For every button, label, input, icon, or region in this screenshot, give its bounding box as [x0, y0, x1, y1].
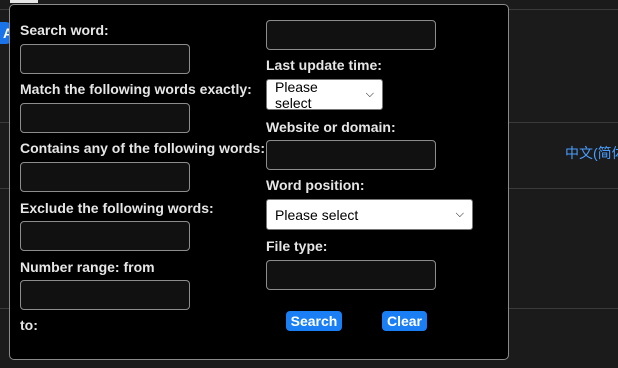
word-position-select-value: Please select [275, 206, 359, 223]
match-exact-input[interactable] [20, 103, 190, 133]
contains-any-label: Contains any of the following words: [20, 140, 265, 156]
last-update-label: Last update time: [266, 57, 382, 73]
word-position-select[interactable]: Please select ⌵ [266, 199, 473, 230]
file-type-label: File type: [266, 238, 328, 254]
advanced-search-popup: Search word: Match the following words e… [9, 4, 509, 360]
website-label: Website or domain: [266, 119, 396, 135]
clear-button[interactable]: Clear [382, 311, 427, 331]
contains-any-input[interactable] [20, 162, 190, 192]
search-word-input[interactable] [20, 44, 190, 74]
chevron-down-icon: ⌵ [365, 88, 374, 100]
last-update-select-value: Please select [275, 78, 318, 111]
search-word-label: Search word: [20, 22, 109, 38]
exclude-label: Exclude the following words: [20, 200, 214, 216]
number-from-input[interactable] [20, 280, 190, 310]
number-to-label: to: [20, 317, 38, 333]
file-type-input[interactable] [266, 260, 436, 290]
exclude-input[interactable] [20, 221, 190, 251]
background-tab-indicator [10, 0, 38, 3]
match-exact-label: Match the following words exactly: [20, 81, 252, 97]
language-link[interactable]: 中文(简体 [565, 143, 618, 163]
last-update-select[interactable]: Please select ⌵ [266, 78, 383, 111]
website-input[interactable] [266, 140, 436, 170]
word-position-label: Word position: [266, 177, 365, 193]
number-to-input[interactable] [266, 20, 436, 50]
chevron-down-icon: ⌵ [455, 208, 464, 220]
number-from-label: Number range: from [20, 259, 155, 275]
search-button[interactable]: Search [286, 311, 342, 331]
